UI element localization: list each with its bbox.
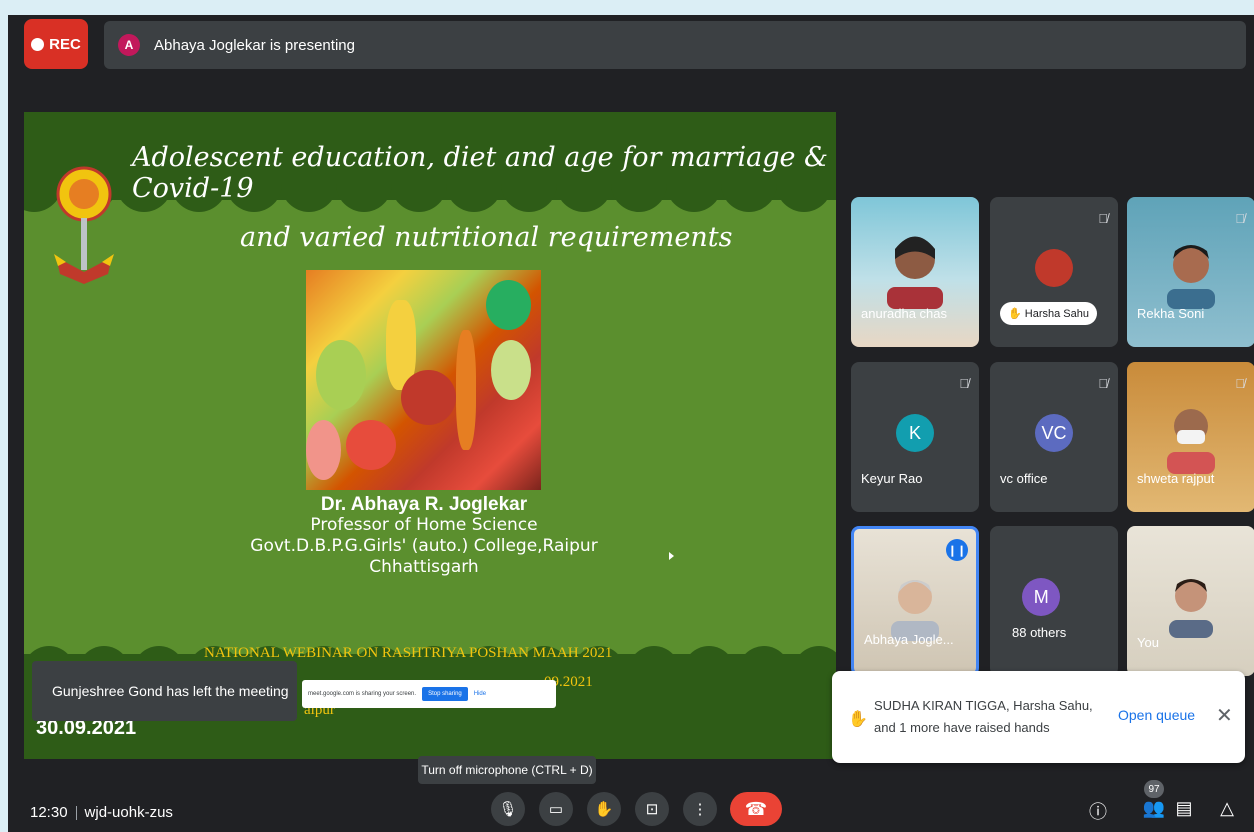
recording-badge[interactable]: REC <box>24 19 88 69</box>
mic-muted-icon: 🎙̸ <box>959 376 969 391</box>
slide-title-line2: and varied nutritional requirements <box>240 222 733 253</box>
presenter-role: Professor of Home Science <box>310 515 538 535</box>
participant-avatar <box>1035 249 1073 287</box>
participant-tile[interactable]: anuradha chas <box>851 197 979 347</box>
participant-name: Harsha Sahu <box>1024 308 1089 320</box>
presenter-name: Dr. Abhaya R. Joglekar <box>320 494 528 515</box>
meeting-details[interactable]: 12:30 wjd-uohk-zus <box>30 804 173 821</box>
participant-video-icon <box>887 236 943 309</box>
info-icon: ⓘ <box>1089 802 1107 822</box>
participant-name: Rekha Soni <box>1137 306 1205 321</box>
meeting-info-button[interactable]: ⓘ <box>1086 798 1110 824</box>
more-vert-icon: ⋮ <box>692 801 708 818</box>
participant-video-icon <box>1167 409 1215 474</box>
speaking-indicator-icon: ❙❙ <box>946 539 968 561</box>
presenter-state: Chhattisgarh <box>369 557 479 577</box>
present-icon: ⊡ <box>645 801 659 818</box>
participant-video-icon <box>1169 579 1213 638</box>
meeting-code: wjd-uohk-zus <box>84 804 173 821</box>
participant-tile[interactable]: M 88 others <box>990 526 1118 676</box>
participant-tile[interactable]: ❙❙ Abhaya Jogle... <box>851 526 979 676</box>
participant-tile[interactable]: You <box>1127 526 1254 676</box>
slide-title-line1: Adolescent education, diet and age for m… <box>132 142 829 204</box>
top-bar: REC A Abhaya Joglekar is presenting <box>16 19 1246 74</box>
people-button[interactable]: 👥 <box>1142 798 1166 819</box>
raised-hand-icon: ✋ <box>848 711 868 728</box>
stop-sharing-button[interactable]: Stop sharing <box>422 687 468 701</box>
participant-tile[interactable]: 🎙̸ shweta rajput <box>1127 362 1254 512</box>
mic-muted-icon: 🎙̸ <box>1235 376 1245 391</box>
participant-tile[interactable]: 🎙̸ ✋ Harsha Sahu <box>990 197 1118 347</box>
mic-muted-icon: 🎙̸ <box>1098 376 1108 391</box>
participant-name: You <box>1137 635 1159 650</box>
camera-icon: ▭ <box>548 801 564 818</box>
college-emblem-icon <box>54 166 114 284</box>
raised-hands-notification: ✋ SUDHA KIRAN TIGGA, Harsha Sahu, and 1 … <box>832 671 1245 763</box>
participant-name: vc office <box>1000 471 1048 486</box>
presenter-avatar: A <box>118 34 140 56</box>
hand-icon: ✋ <box>594 801 614 818</box>
participant-avatar: K <box>896 414 934 452</box>
activities-button[interactable]: △ <box>1215 798 1239 819</box>
people-count-badge: 97 <box>1144 780 1164 798</box>
participant-avatar: VC <box>1035 414 1073 452</box>
participant-name: shweta rajput <box>1137 471 1215 486</box>
raise-hand-button[interactable]: ✋ <box>587 792 621 826</box>
screen-share-bar: meet.google.com is sharing your screen. … <box>302 680 556 708</box>
participant-name: 88 others <box>1012 625 1067 640</box>
presenting-text: Abhaya Joglekar is presenting <box>154 36 355 54</box>
people-icon: 👥 <box>1142 798 1166 818</box>
webinar-title: NATIONAL WEBINAR ON RASHTRIYA POSHAN MAA… <box>204 645 613 661</box>
presenting-banner: A Abhaya Joglekar is presenting <box>104 21 1246 69</box>
participant-name: Keyur Rao <box>861 471 923 486</box>
activities-icon: △ <box>1220 798 1234 818</box>
mouse-cursor-icon <box>669 552 674 560</box>
share-bar-text: meet.google.com is sharing your screen. <box>308 691 417 697</box>
close-notification-button[interactable]: ✕ <box>1216 703 1233 728</box>
mic-muted-icon: 🎙̸ <box>1098 211 1108 226</box>
participant-name: Abhaya Jogle... <box>864 632 954 647</box>
open-queue-button[interactable]: Open queue <box>1118 707 1195 723</box>
presenter-info: Dr. Abhaya R. Joglekar Professor of Home… <box>234 494 614 578</box>
mic-tooltip: Turn off microphone (CTRL + D) <box>418 756 596 784</box>
more-options-button[interactable]: ⋮ <box>683 792 717 826</box>
participant-tile[interactable]: 🎙̸ VC vc office <box>990 362 1118 512</box>
participant-tile[interactable]: 🎙̸ Rekha Soni <box>1127 197 1254 347</box>
mic-muted-icon: 🎙̸ <box>1235 211 1245 226</box>
hand-raised-badge: ✋ Harsha Sahu <box>1000 302 1097 325</box>
present-button[interactable]: ⊡ <box>635 792 669 826</box>
participant-video-icon <box>1167 245 1215 309</box>
raised-hands-message: SUDHA KIRAN TIGGA, Harsha Sahu, and 1 mo… <box>874 698 1093 735</box>
clock-time: 12:30 <box>30 804 68 821</box>
record-dot-icon <box>31 37 45 51</box>
participant-avatar: M <box>1022 578 1061 616</box>
participant-tile[interactable]: 🎙̸ K Keyur Rao <box>851 362 979 512</box>
participant-name: anuradha chas <box>861 306 948 321</box>
left-meeting-toast: Gunjeshree Gond has left the meeting <box>32 661 297 721</box>
rec-label: REC <box>49 35 81 53</box>
participant-video-icon <box>891 580 939 641</box>
camera-button[interactable]: ▭ <box>539 792 573 826</box>
vegetables-image <box>306 270 541 490</box>
leave-call-button[interactable]: ☎ <box>730 792 782 826</box>
end-call-icon: ☎ <box>744 798 768 819</box>
chat-button[interactable]: ▤ <box>1172 798 1196 819</box>
mic-icon: 🎙 <box>498 801 518 818</box>
presenter-college: Govt.D.B.P.G.Girls' (auto.) College,Raip… <box>250 536 598 556</box>
chat-icon: ▤ <box>1175 798 1193 818</box>
microphone-button[interactable]: 🎙 <box>491 792 525 826</box>
hide-share-bar-button[interactable]: Hide <box>474 691 486 697</box>
